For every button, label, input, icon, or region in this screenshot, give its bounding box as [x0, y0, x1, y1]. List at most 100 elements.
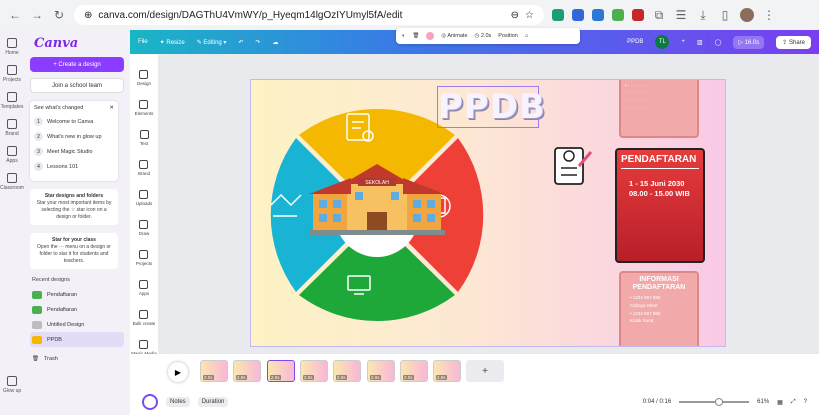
zoom-slider-knob[interactable] [715, 398, 724, 406]
document-title[interactable]: PPDB [627, 39, 643, 45]
magic-assistant-icon[interactable] [142, 394, 158, 410]
zoom-icon[interactable]: ⊖ [511, 10, 519, 21]
checklist-item[interactable]: 4 Lessons 101 [34, 162, 114, 171]
checklist-item[interactable]: 1 Welcome to Canva [34, 117, 114, 126]
tabs-icon[interactable]: ☰ [674, 8, 688, 22]
add-collaborator-icon[interactable]: + [681, 39, 685, 45]
file-menu[interactable]: File [138, 39, 148, 45]
page-thumbnail[interactable]: 2.0s [200, 360, 228, 382]
animate-button[interactable]: ◎ Animate [441, 33, 467, 39]
page-thumbnail[interactable]: 2.0s [333, 360, 361, 382]
checklist-item[interactable]: 3 Meet Magic Studio [34, 147, 114, 156]
play-button[interactable]: ▶ [168, 362, 188, 382]
extension-icon[interactable] [592, 9, 604, 21]
pendaftaran-hours: 08.00 - 15.00 WIB [629, 188, 690, 198]
create-design-button[interactable]: + Create a design [30, 57, 124, 72]
back-icon[interactable]: ← [8, 8, 22, 22]
timeline-bar: ▶ 2.0s 2.0s 2.0s 2.0s 2.0s 2.0s 2.0s 2.0… [130, 354, 819, 415]
trash-item[interactable]: 🗑 Trash [30, 351, 124, 366]
page-thumbnail[interactable]: 2.0s [233, 360, 261, 382]
page-thumbnail[interactable]: 2.0s [400, 360, 428, 382]
ppdb-title[interactable]: PPDB [437, 86, 545, 128]
duration-button[interactable]: Duration [197, 397, 229, 407]
design-canvas[interactable]: SEKOLAH PPDB • · · · · · · · · · · · · · … [250, 79, 726, 347]
rail-templates[interactable]: Templates [1, 92, 23, 110]
tool-uploads[interactable]: Uploads [136, 190, 152, 206]
notes-button[interactable]: Notes [166, 397, 190, 407]
comments-icon[interactable]: ◯ [715, 39, 722, 46]
position-button[interactable]: Position [498, 33, 518, 39]
page-thumbnail[interactable]: 2.0s [433, 360, 461, 382]
informasi-card[interactable]: INFORMASI PENDAFTARAN • 1234 567 890 Cah… [619, 271, 699, 346]
extensions-puzzle-icon[interactable]: ⧉ [652, 8, 666, 22]
grid-view-icon[interactable]: ▦ [777, 399, 783, 406]
rail-glow-up[interactable]: Glow up [3, 376, 21, 394]
page-thumbnail-active[interactable]: 2.0s [267, 360, 295, 382]
download-icon[interactable]: ⤓ [696, 8, 710, 22]
tool-bulk-create[interactable]: Bulk create [133, 310, 155, 326]
tool-brand[interactable]: Brand [138, 160, 150, 176]
user-avatar[interactable]: TL [655, 35, 670, 49]
present-timer-button[interactable]: ▷ 16.0s [733, 35, 765, 49]
sidepanel-icon[interactable]: ▯ [718, 8, 732, 22]
join-school-team-button[interactable]: Join a school team [30, 78, 124, 93]
editing-mode-dropdown[interactable]: ✎ Editing ▾ [197, 39, 227, 46]
menu-kebab-icon[interactable]: ⋮ [762, 8, 776, 22]
tool-draw[interactable]: Draw [139, 220, 149, 236]
delete-icon[interactable]: 🗑 [412, 33, 419, 39]
address-bar[interactable]: ⊕ canva.com/design/DAGThU4VmWY/p_Hyeqm14… [74, 5, 544, 25]
reload-icon[interactable]: ↻ [52, 8, 66, 22]
color-swatch[interactable] [426, 32, 435, 40]
clipboard-list-icon[interactable] [554, 147, 593, 185]
draw-icon [139, 220, 149, 229]
extension-icon[interactable] [632, 9, 644, 21]
extension-icon[interactable] [552, 9, 564, 21]
canva-logo[interactable]: Canva [34, 36, 124, 51]
extension-icon[interactable] [572, 9, 584, 21]
page-thumbnail[interactable]: 2.0s [367, 360, 395, 382]
recent-design-item[interactable]: Pendaftaran [30, 302, 124, 317]
checklist-item[interactable]: 2 What's new in glow up [34, 132, 114, 141]
rail-projects[interactable]: Projects [3, 65, 21, 83]
redo-icon[interactable]: ↷ [255, 39, 260, 46]
page-thumbnail[interactable]: 2.0s [300, 360, 328, 382]
zoom-slider[interactable] [679, 398, 750, 406]
close-icon[interactable]: ✕ [109, 105, 114, 111]
profile-avatar[interactable] [740, 8, 754, 22]
tool-design[interactable]: Design [137, 70, 151, 86]
resize-button[interactable]: ✦ Resize [160, 39, 185, 46]
rail-apps[interactable]: Apps [6, 146, 18, 164]
fullscreen-icon[interactable]: ⤢ [791, 399, 796, 406]
recent-design-item[interactable]: Pendaftaran [30, 287, 124, 302]
pendaftaran-heading: PENDAFTARAN [621, 154, 699, 169]
tool-text[interactable]: Text [139, 130, 149, 146]
glow-up-icon [7, 376, 17, 386]
site-info-icon[interactable]: ⊕ [84, 10, 92, 21]
undo-icon[interactable]: ↶ [238, 39, 243, 46]
rail-brand[interactable]: Brand [5, 119, 19, 137]
info-panel-top[interactable]: • · · · · · · · · · · · · · · · · · · · · … [619, 80, 699, 138]
timing-button[interactable]: ◷ 2.0s [475, 33, 492, 39]
pendaftaran-dates: 1 - 15 Juni 2030 [629, 179, 685, 188]
star-class-tip: Star for your class Open the ··· menu on… [30, 233, 118, 269]
recent-design-item[interactable]: Untitled Design [30, 317, 124, 332]
tool-projects[interactable]: Projects [136, 250, 152, 266]
magic-edit-icon[interactable]: ◐ [402, 33, 405, 39]
insights-icon[interactable]: ▥ [697, 39, 703, 46]
zoom-level[interactable]: 61% [757, 399, 769, 405]
tool-apps[interactable]: Apps [139, 280, 149, 296]
recent-design-item-active[interactable]: PPDB [30, 332, 124, 347]
help-icon[interactable]: ? [804, 399, 807, 405]
extension-icon[interactable] [612, 9, 624, 21]
element-context-toolbar: ◐ 🗑 ◎ Animate ◷ 2.0s Position ⌂ [396, 28, 580, 44]
rail-home[interactable]: Home [5, 38, 19, 56]
pendaftaran-card[interactable]: PENDAFTARAN 1 - 15 Juni 2030 08.00 - 15.… [615, 148, 705, 263]
share-button[interactable]: ⇪ Share [776, 35, 811, 49]
tool-elements[interactable]: Elements [135, 100, 153, 116]
bookmark-star-icon[interactable]: ☆ [525, 10, 534, 21]
rail-classroom[interactable]: Classroom [0, 173, 24, 191]
format-painter-icon[interactable]: ⌂ [525, 33, 528, 39]
add-page-button[interactable]: + [466, 360, 504, 382]
design-thumbnail [32, 320, 42, 329]
forward-icon[interactable]: → [30, 8, 44, 22]
